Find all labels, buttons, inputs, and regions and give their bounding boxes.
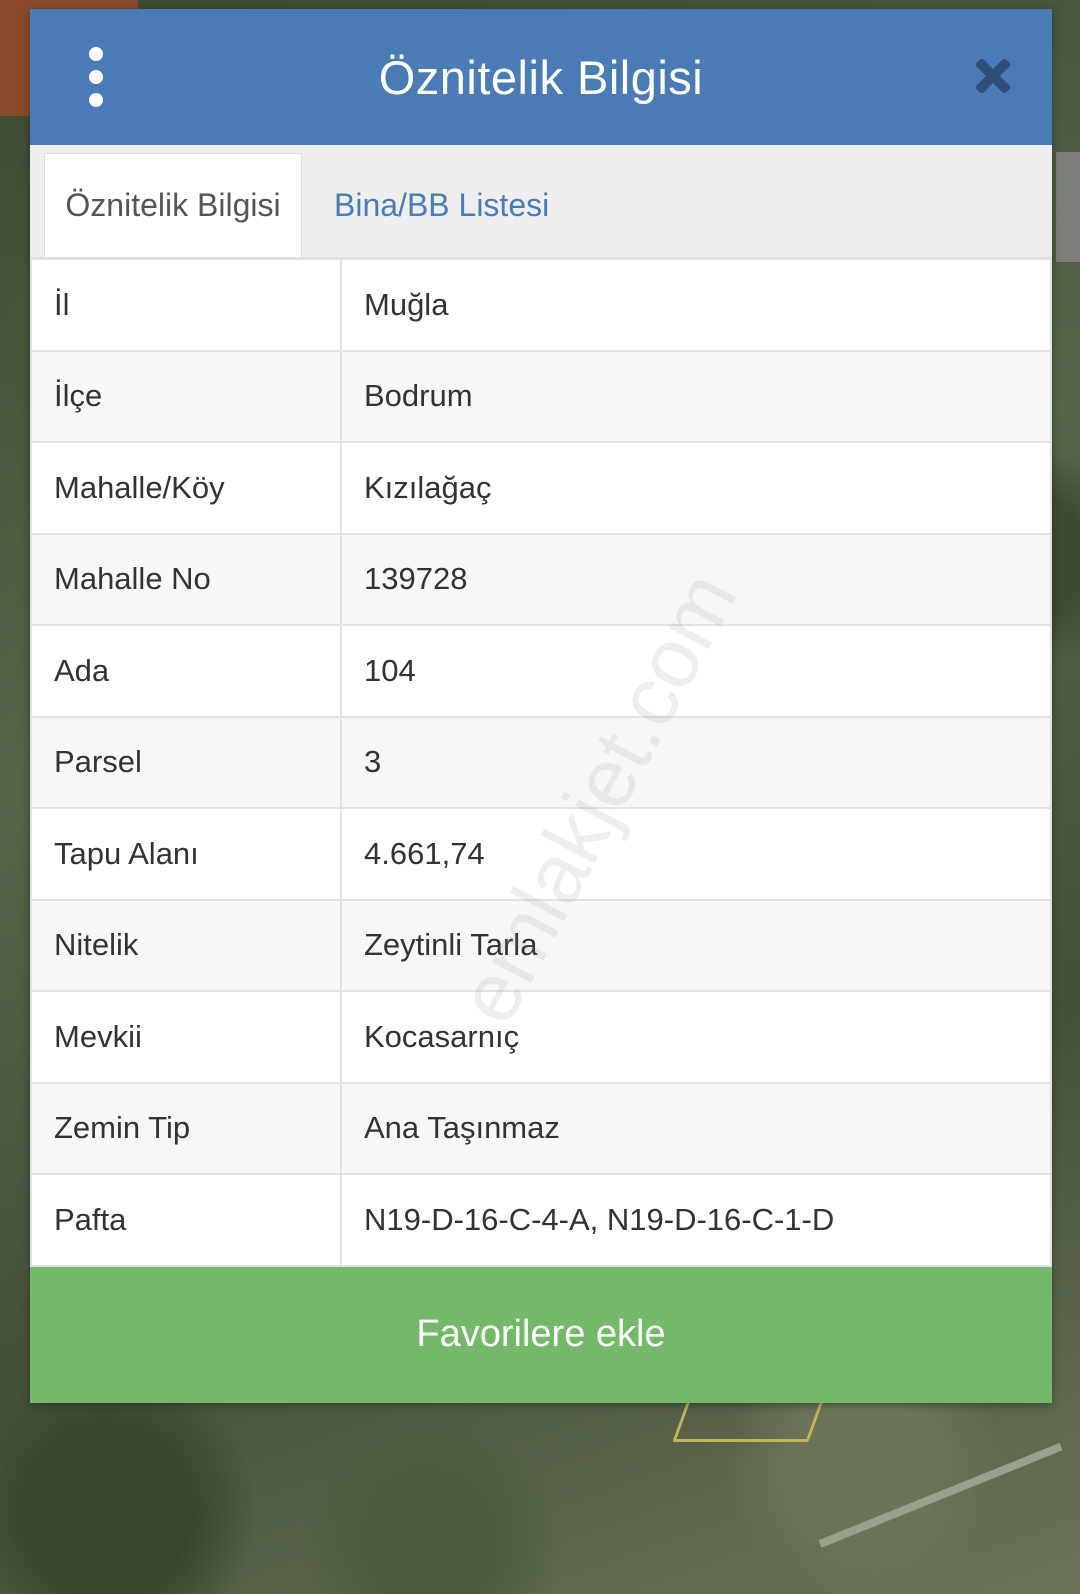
table-row: Pafta N19-D-16-C-4-A, N19-D-16-C-1-D bbox=[30, 1173, 1052, 1267]
table-row: Tapu Alanı 4.661,74 bbox=[30, 807, 1052, 901]
row-key: Mevkii bbox=[30, 990, 342, 1084]
table-row: Nitelik Zeytinli Tarla bbox=[30, 898, 1052, 992]
row-key: Parsel bbox=[30, 715, 342, 809]
table-row: Mahalle No 139728 bbox=[30, 532, 1052, 626]
row-key: İl bbox=[30, 258, 342, 352]
attribute-info-dialog: Öznitelik Bilgisi Öznitelik Bilgisi Bina… bbox=[30, 9, 1052, 1403]
row-value: N19-D-16-C-4-A, N19-D-16-C-1-D bbox=[340, 1173, 1052, 1267]
tab-attribute-info[interactable]: Öznitelik Bilgisi bbox=[44, 153, 302, 257]
row-key: İlçe bbox=[30, 349, 342, 443]
parcel-boundary-line bbox=[672, 1400, 824, 1442]
table-row: Parsel 3 bbox=[30, 715, 1052, 809]
row-key: Mahalle No bbox=[30, 532, 342, 626]
table-row: Mahalle/Köy Kızılağaç bbox=[30, 441, 1052, 535]
menu-dot bbox=[89, 70, 103, 84]
menu-dot bbox=[89, 93, 103, 107]
attribute-table: İl Muğla İlçe Bodrum Mahalle/Köy Kızılağ… bbox=[30, 258, 1052, 1267]
dialog-title: Öznitelik Bilgisi bbox=[378, 50, 704, 104]
dialog-header: Öznitelik Bilgisi bbox=[30, 9, 1052, 145]
row-value: Zeytinli Tarla bbox=[340, 898, 1052, 992]
row-value: 104 bbox=[340, 624, 1052, 718]
more-vertical-icon[interactable] bbox=[76, 47, 116, 107]
row-value: Bodrum bbox=[340, 349, 1052, 443]
map-road bbox=[818, 1442, 1063, 1548]
table-row: Zemin Tip Ana Taşınmaz bbox=[30, 1081, 1052, 1175]
row-value: Kocasarnıç bbox=[340, 990, 1052, 1084]
row-key: Nitelik bbox=[30, 898, 342, 992]
row-value: 3 bbox=[340, 715, 1052, 809]
row-value: Ana Taşınmaz bbox=[340, 1081, 1052, 1175]
row-key: Ada bbox=[30, 624, 342, 718]
row-key: Zemin Tip bbox=[30, 1081, 342, 1175]
row-key: Tapu Alanı bbox=[30, 807, 342, 901]
table-row: Mevkii Kocasarnıç bbox=[30, 990, 1052, 1084]
row-key: Pafta bbox=[30, 1173, 342, 1267]
row-value: Kızılağaç bbox=[340, 441, 1052, 535]
row-value: Muğla bbox=[340, 258, 1052, 352]
row-value: 139728 bbox=[340, 532, 1052, 626]
tab-bar: Öznitelik Bilgisi Bina/BB Listesi bbox=[30, 145, 1052, 258]
table-row: İlçe Bodrum bbox=[30, 349, 1052, 443]
map-scrollbar[interactable] bbox=[1056, 152, 1080, 262]
close-icon[interactable] bbox=[970, 53, 1016, 99]
menu-dot bbox=[89, 47, 103, 61]
row-key: Mahalle/Köy bbox=[30, 441, 342, 535]
row-value: 4.661,74 bbox=[340, 807, 1052, 901]
add-to-favorites-button[interactable]: Favorilere ekle bbox=[30, 1266, 1052, 1403]
table-row: Ada 104 bbox=[30, 624, 1052, 718]
table-row: İl Muğla bbox=[30, 258, 1052, 352]
tab-building-list[interactable]: Bina/BB Listesi bbox=[334, 153, 549, 257]
